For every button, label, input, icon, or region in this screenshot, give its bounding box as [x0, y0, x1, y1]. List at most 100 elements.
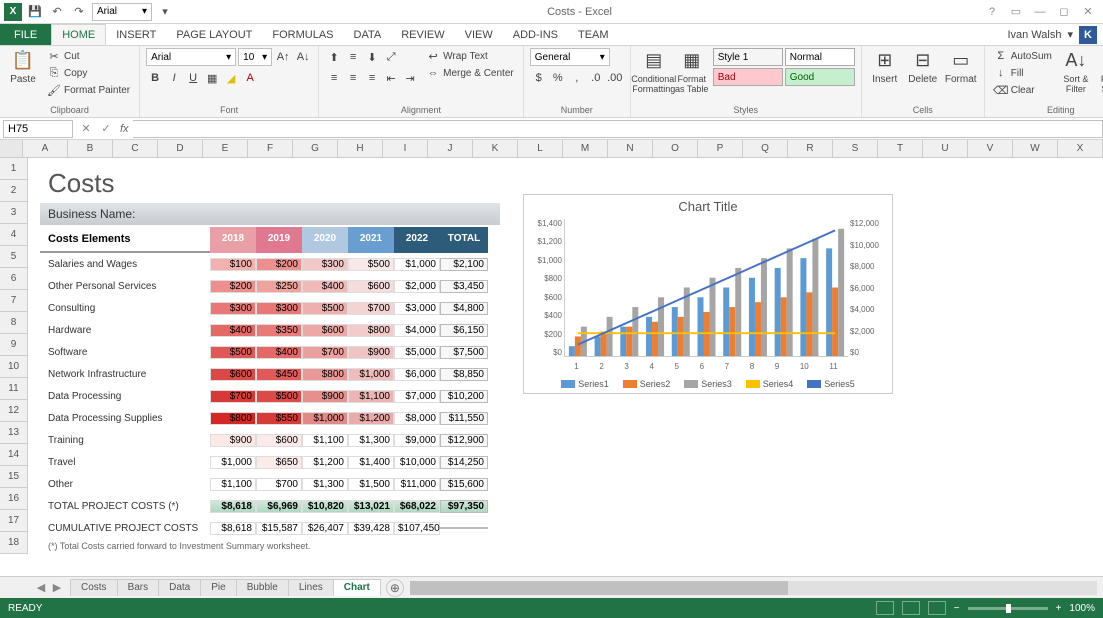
fill-button[interactable]: ↓Fill — [991, 65, 1055, 81]
indent-decrease-icon[interactable]: ⇤ — [382, 69, 400, 87]
sheet-nav-next-icon[interactable]: ▶ — [50, 581, 64, 595]
name-box[interactable]: H75 — [3, 120, 73, 138]
percent-icon[interactable]: % — [549, 69, 567, 87]
copy-button[interactable]: ⎘Copy — [44, 65, 133, 81]
row-header-15[interactable]: 15 — [0, 466, 27, 488]
col-header-X[interactable]: X — [1058, 140, 1103, 157]
tab-home[interactable]: HOME — [51, 24, 106, 45]
user-area[interactable]: Ivan Walsh ▾ K — [1001, 24, 1103, 45]
format-as-table-button[interactable]: ▦Format as Table — [675, 48, 709, 94]
styles-gallery[interactable]: Style 1 Normal Bad Good — [713, 48, 855, 86]
save-icon[interactable]: 💾 — [26, 3, 44, 21]
align-center-icon[interactable]: ≡ — [344, 69, 362, 87]
increase-font-icon[interactable]: A↑ — [274, 48, 292, 66]
style-normal[interactable]: Normal — [785, 48, 855, 66]
increase-decimal-icon[interactable]: .0 — [587, 69, 605, 87]
cancel-formula-icon[interactable]: ✕ — [76, 120, 96, 138]
col-header-L[interactable]: L — [518, 140, 563, 157]
minimize-icon[interactable]: — — [1029, 3, 1051, 21]
bold-button[interactable]: B — [146, 69, 164, 87]
align-left-icon[interactable]: ≡ — [325, 69, 343, 87]
accept-formula-icon[interactable]: ✓ — [96, 120, 116, 138]
maximize-icon[interactable]: ◻ — [1053, 3, 1075, 21]
row-header-4[interactable]: 4 — [0, 224, 27, 246]
format-cells-button[interactable]: ▭Format — [944, 48, 978, 85]
clear-button[interactable]: ⌫Clear — [991, 82, 1055, 98]
zoom-in-icon[interactable]: + — [1056, 603, 1062, 614]
zoom-slider[interactable] — [968, 607, 1048, 610]
autosum-button[interactable]: ΣAutoSum — [991, 48, 1055, 64]
sheet-tab-bars[interactable]: Bars — [117, 579, 160, 596]
col-header-P[interactable]: P — [698, 140, 743, 157]
row-header-6[interactable]: 6 — [0, 268, 27, 290]
col-header-D[interactable]: D — [158, 140, 203, 157]
sheet-tab-bubble[interactable]: Bubble — [236, 579, 289, 596]
row-header-3[interactable]: 3 — [0, 202, 27, 224]
tab-review[interactable]: REVIEW — [391, 24, 454, 45]
decrease-decimal-icon[interactable]: .00 — [606, 69, 624, 87]
col-header-W[interactable]: W — [1013, 140, 1058, 157]
col-header-J[interactable]: J — [428, 140, 473, 157]
col-header-G[interactable]: G — [293, 140, 338, 157]
row-header-12[interactable]: 12 — [0, 400, 27, 422]
orientation-icon[interactable]: ⤢ — [382, 48, 400, 66]
tab-team[interactable]: TEAM — [568, 24, 619, 45]
col-header-F[interactable]: F — [248, 140, 293, 157]
undo-icon[interactable]: ↶ — [48, 3, 66, 21]
conditional-formatting-button[interactable]: ▤Conditional Formatting — [637, 48, 671, 94]
cut-button[interactable]: ✂Cut — [44, 48, 133, 64]
row-header-5[interactable]: 5 — [0, 246, 27, 268]
paste-button[interactable]: 📋Paste — [6, 48, 40, 85]
col-header-S[interactable]: S — [833, 140, 878, 157]
row-header-18[interactable]: 18 — [0, 532, 27, 554]
row-header-13[interactable]: 13 — [0, 422, 27, 444]
row-header-8[interactable]: 8 — [0, 312, 27, 334]
col-header-E[interactable]: E — [203, 140, 248, 157]
horizontal-scrollbar[interactable] — [410, 581, 1097, 595]
sort-filter-button[interactable]: A↓Sort & Filter — [1059, 48, 1093, 94]
align-bottom-icon[interactable]: ⬇ — [363, 48, 381, 66]
indent-increase-icon[interactable]: ⇥ — [401, 69, 419, 87]
col-header-N[interactable]: N — [608, 140, 653, 157]
wrap-text-button[interactable]: ↩Wrap Text — [423, 48, 517, 64]
sheet-nav-prev-icon[interactable]: ◀ — [34, 581, 48, 595]
sheet-tab-pie[interactable]: Pie — [200, 579, 236, 596]
col-header-I[interactable]: I — [383, 140, 428, 157]
font-name-dropdown[interactable]: Arial▾ — [146, 48, 236, 66]
redo-icon[interactable]: ↷ — [70, 3, 88, 21]
zoom-out-icon[interactable]: − — [954, 603, 960, 614]
col-header-O[interactable]: O — [653, 140, 698, 157]
tab-formulas[interactable]: FORMULAS — [262, 24, 343, 45]
number-format-dropdown[interactable]: General▾ — [530, 48, 610, 66]
col-header-A[interactable]: A — [23, 140, 68, 157]
qat-more-icon[interactable]: ▾ — [156, 3, 174, 21]
row-header-17[interactable]: 17 — [0, 510, 27, 532]
select-all-corner[interactable] — [0, 140, 23, 157]
col-header-H[interactable]: H — [338, 140, 383, 157]
row-header-7[interactable]: 7 — [0, 290, 27, 312]
row-header-14[interactable]: 14 — [0, 444, 27, 466]
fill-color-button[interactable]: ◢ — [222, 69, 240, 87]
align-right-icon[interactable]: ≡ — [363, 69, 381, 87]
view-page-break-icon[interactable] — [928, 601, 946, 615]
sheet-tab-lines[interactable]: Lines — [288, 579, 334, 596]
style-good[interactable]: Good — [785, 68, 855, 86]
col-header-V[interactable]: V — [968, 140, 1013, 157]
col-header-K[interactable]: K — [473, 140, 518, 157]
row-header-11[interactable]: 11 — [0, 378, 27, 400]
row-header-16[interactable]: 16 — [0, 488, 27, 510]
col-header-Q[interactable]: Q — [743, 140, 788, 157]
align-middle-icon[interactable]: ≡ — [344, 48, 362, 66]
tab-addins[interactable]: ADD-INS — [503, 24, 568, 45]
font-size-dropdown[interactable]: 10▾ — [238, 48, 272, 66]
tab-insert[interactable]: INSERT — [106, 24, 166, 45]
row-header-9[interactable]: 9 — [0, 334, 27, 356]
underline-button[interactable]: U — [184, 69, 202, 87]
tab-page-layout[interactable]: PAGE LAYOUT — [166, 24, 262, 45]
tab-view[interactable]: VIEW — [455, 24, 503, 45]
view-normal-icon[interactable] — [876, 601, 894, 615]
style-bad[interactable]: Bad — [713, 68, 783, 86]
insert-cells-button[interactable]: ⊞Insert — [868, 48, 902, 85]
add-sheet-button[interactable]: ⊕ — [386, 579, 404, 597]
spreadsheet-grid[interactable]: 123456789101112131415161718 Costs Busine… — [0, 158, 1103, 576]
